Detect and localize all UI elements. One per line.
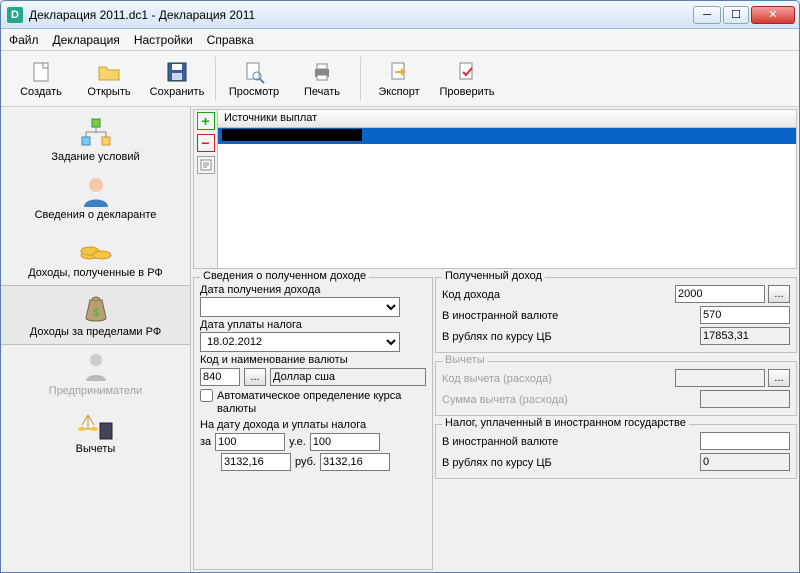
sidebar-item-deductions[interactable]: Вычеты xyxy=(1,403,190,461)
currency-code-input[interactable] xyxy=(200,368,240,386)
received-income-group: Полученный доход Код дохода ... В иностр… xyxy=(435,277,797,353)
sidebar-item-label: Вычеты xyxy=(76,443,116,455)
unit-value-input[interactable] xyxy=(310,433,380,451)
separator xyxy=(360,57,361,101)
sidebar-item-label: Предприниматели xyxy=(49,385,142,397)
save-button[interactable]: Сохранить xyxy=(143,54,211,104)
deduction-code-lookup-button: ... xyxy=(768,369,790,387)
menubar: Файл Декларация Настройки Справка xyxy=(1,29,799,51)
open-button[interactable]: Открыть xyxy=(75,54,143,104)
folder-open-icon xyxy=(97,60,121,84)
date-tax-label: Дата уплаты налога xyxy=(200,319,426,331)
deduction-code-label: Код вычета (расхода) xyxy=(442,373,675,385)
date-tax-select[interactable]: 18.02.2012 xyxy=(200,332,400,352)
date-received-select[interactable] xyxy=(200,297,400,317)
menu-file[interactable]: Файл xyxy=(9,33,39,47)
rate2-input[interactable] xyxy=(320,453,390,471)
auto-rate-label: Автоматическое определение курса валюты xyxy=(217,390,426,416)
toolbar: Создать Открыть Сохранить Просмотр Печат… xyxy=(1,51,799,107)
magnifier-doc-icon xyxy=(242,60,266,84)
floppy-icon xyxy=(165,60,189,84)
currency-lookup-button[interactable]: ... xyxy=(244,368,266,386)
sidebar-item-label: Задание условий xyxy=(51,151,139,163)
menu-settings[interactable]: Настройки xyxy=(134,33,193,47)
create-button[interactable]: Создать xyxy=(7,54,75,104)
edit-source-button[interactable] xyxy=(197,156,215,174)
sidebar-item-label: Доходы за пределами РФ xyxy=(30,326,161,338)
currency-name-field xyxy=(270,368,426,386)
titlebar: D Декларация 2011.dc1 - Декларация 2011 … xyxy=(1,1,799,29)
group-legend: Полученный доход xyxy=(442,271,545,282)
printer-icon xyxy=(310,60,334,84)
menu-help[interactable]: Справка xyxy=(207,33,254,47)
group-legend: Налог, уплаченный в иностранном государс… xyxy=(442,417,689,429)
per-value-input[interactable] xyxy=(215,433,285,451)
app-icon: D xyxy=(7,7,23,23)
maximize-button[interactable]: ☐ xyxy=(723,6,749,24)
source-list-header: Источники выплат xyxy=(218,110,796,128)
unit-label: у.е. xyxy=(289,436,306,448)
tax-foreign-input[interactable] xyxy=(700,432,790,450)
group-legend: Вычеты xyxy=(442,354,488,366)
coins-icon xyxy=(78,233,114,265)
deductions-group: Вычеты Код вычета (расхода) ... Сумма вы… xyxy=(435,361,797,416)
rub-label: руб. xyxy=(295,456,316,468)
deduction-code-input xyxy=(675,369,765,387)
tax-rub-field xyxy=(700,453,790,471)
income-code-lookup-button[interactable]: ... xyxy=(768,285,790,303)
per-label: за xyxy=(200,436,211,448)
source-list[interactable]: Источники выплат xyxy=(218,110,796,268)
sidebar: Задание условий Сведения о декларанте До… xyxy=(1,107,191,572)
add-source-button[interactable]: + xyxy=(197,112,215,130)
sidebar-item-conditions[interactable]: Задание условий xyxy=(1,111,190,169)
menu-declaration[interactable]: Декларация xyxy=(53,33,120,47)
tax-foreign-label: В иностранной валюте xyxy=(442,436,700,448)
sidebar-item-declarant[interactable]: Сведения о декларанте xyxy=(1,169,190,227)
print-button[interactable]: Печать xyxy=(288,54,356,104)
sidebar-item-label: Сведения о декларанте xyxy=(35,209,157,221)
rate-subtitle: На дату дохода и уплаты налога xyxy=(200,419,426,431)
group-legend: Сведения о полученном доходе xyxy=(200,271,369,282)
svg-text:$: $ xyxy=(92,307,98,319)
check-button[interactable]: Проверить xyxy=(433,54,501,104)
scales-calc-icon xyxy=(78,409,114,441)
close-button[interactable]: ✕ xyxy=(751,6,795,24)
minimize-button[interactable]: ─ xyxy=(693,6,721,24)
income-code-label: Код дохода xyxy=(442,289,675,301)
income-info-group: Сведения о полученном доходе Дата получе… xyxy=(193,277,433,570)
sidebar-item-income-rf[interactable]: Доходы, полученные в РФ xyxy=(1,227,190,285)
income-rub-field xyxy=(700,327,790,345)
redacted-text xyxy=(222,129,362,141)
income-code-input[interactable] xyxy=(675,285,765,303)
export-button[interactable]: Экспорт xyxy=(365,54,433,104)
source-row[interactable] xyxy=(218,128,796,144)
sidebar-item-income-foreign[interactable]: $ Доходы за пределами РФ xyxy=(1,285,190,345)
briefcase-person-icon xyxy=(78,351,114,383)
preview-button[interactable]: Просмотр xyxy=(220,54,288,104)
conditions-icon xyxy=(78,117,114,149)
currency-label: Код и наименование валюты xyxy=(200,354,426,366)
deduction-sum-label: Сумма вычета (расхода) xyxy=(442,394,700,406)
income-rub-label: В рублях по курсу ЦБ xyxy=(442,331,700,343)
person-icon xyxy=(78,175,114,207)
sidebar-item-entrepreneur[interactable]: Предприниматели xyxy=(1,345,190,403)
separator xyxy=(215,57,216,101)
payment-sources-panel: + − Источники выплат xyxy=(193,109,797,269)
rate1-input[interactable] xyxy=(221,453,291,471)
sidebar-item-label: Доходы, полученные в РФ xyxy=(28,267,163,279)
income-foreign-input[interactable] xyxy=(700,306,790,324)
export-doc-icon xyxy=(387,60,411,84)
remove-source-button[interactable]: − xyxy=(197,134,215,152)
auto-rate-checkbox[interactable] xyxy=(200,389,213,402)
date-received-label: Дата получения дохода xyxy=(200,284,426,296)
check-doc-icon xyxy=(455,60,479,84)
window-title: Декларация 2011.dc1 - Декларация 2011 xyxy=(29,8,693,22)
app-window: D Декларация 2011.dc1 - Декларация 2011 … xyxy=(0,0,800,573)
tax-paid-group: Налог, уплаченный в иностранном государс… xyxy=(435,424,797,479)
money-bag-icon: $ xyxy=(78,292,114,324)
deduction-sum-input xyxy=(700,390,790,408)
tax-rub-label: В рублях по курсу ЦБ xyxy=(442,457,700,469)
new-doc-icon xyxy=(29,60,53,84)
income-foreign-label: В иностранной валюте xyxy=(442,310,700,322)
